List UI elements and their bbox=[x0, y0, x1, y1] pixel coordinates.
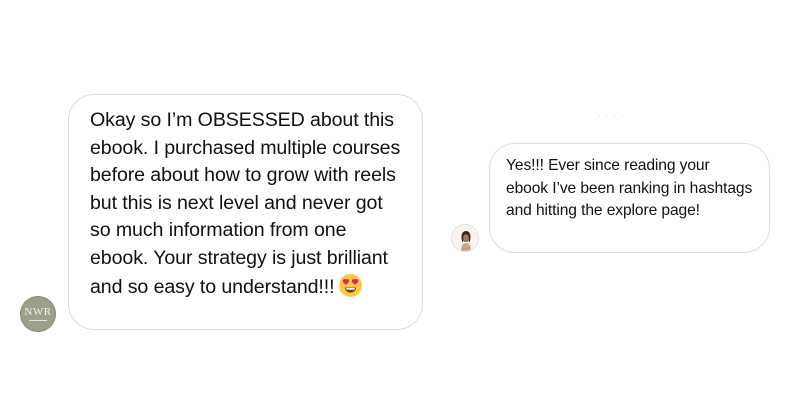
heart-eyes-emoji-icon bbox=[339, 273, 363, 297]
avatar-divider bbox=[29, 320, 47, 321]
message-bubble-left: Okay so I’m OBSESSED about this ebook. I… bbox=[68, 94, 423, 330]
message-bubble-right: Yes!!! Ever since reading your ebook I’v… bbox=[489, 143, 770, 253]
message-text-left: Okay so I’m OBSESSED about this ebook. I… bbox=[90, 109, 401, 298]
avatar-initials: NWR bbox=[24, 306, 52, 318]
person-silhouette-icon: ~~~ bbox=[452, 225, 478, 251]
svg-text:~~~: ~~~ bbox=[463, 248, 470, 251]
message-text-right: Yes!!! Ever since reading your ebook I’v… bbox=[506, 157, 753, 220]
faint-background-text: · · · · bbox=[598, 110, 625, 120]
avatar-profile-photo[interactable]: ~~~ bbox=[451, 224, 479, 252]
avatar[interactable]: NWR bbox=[20, 296, 56, 332]
